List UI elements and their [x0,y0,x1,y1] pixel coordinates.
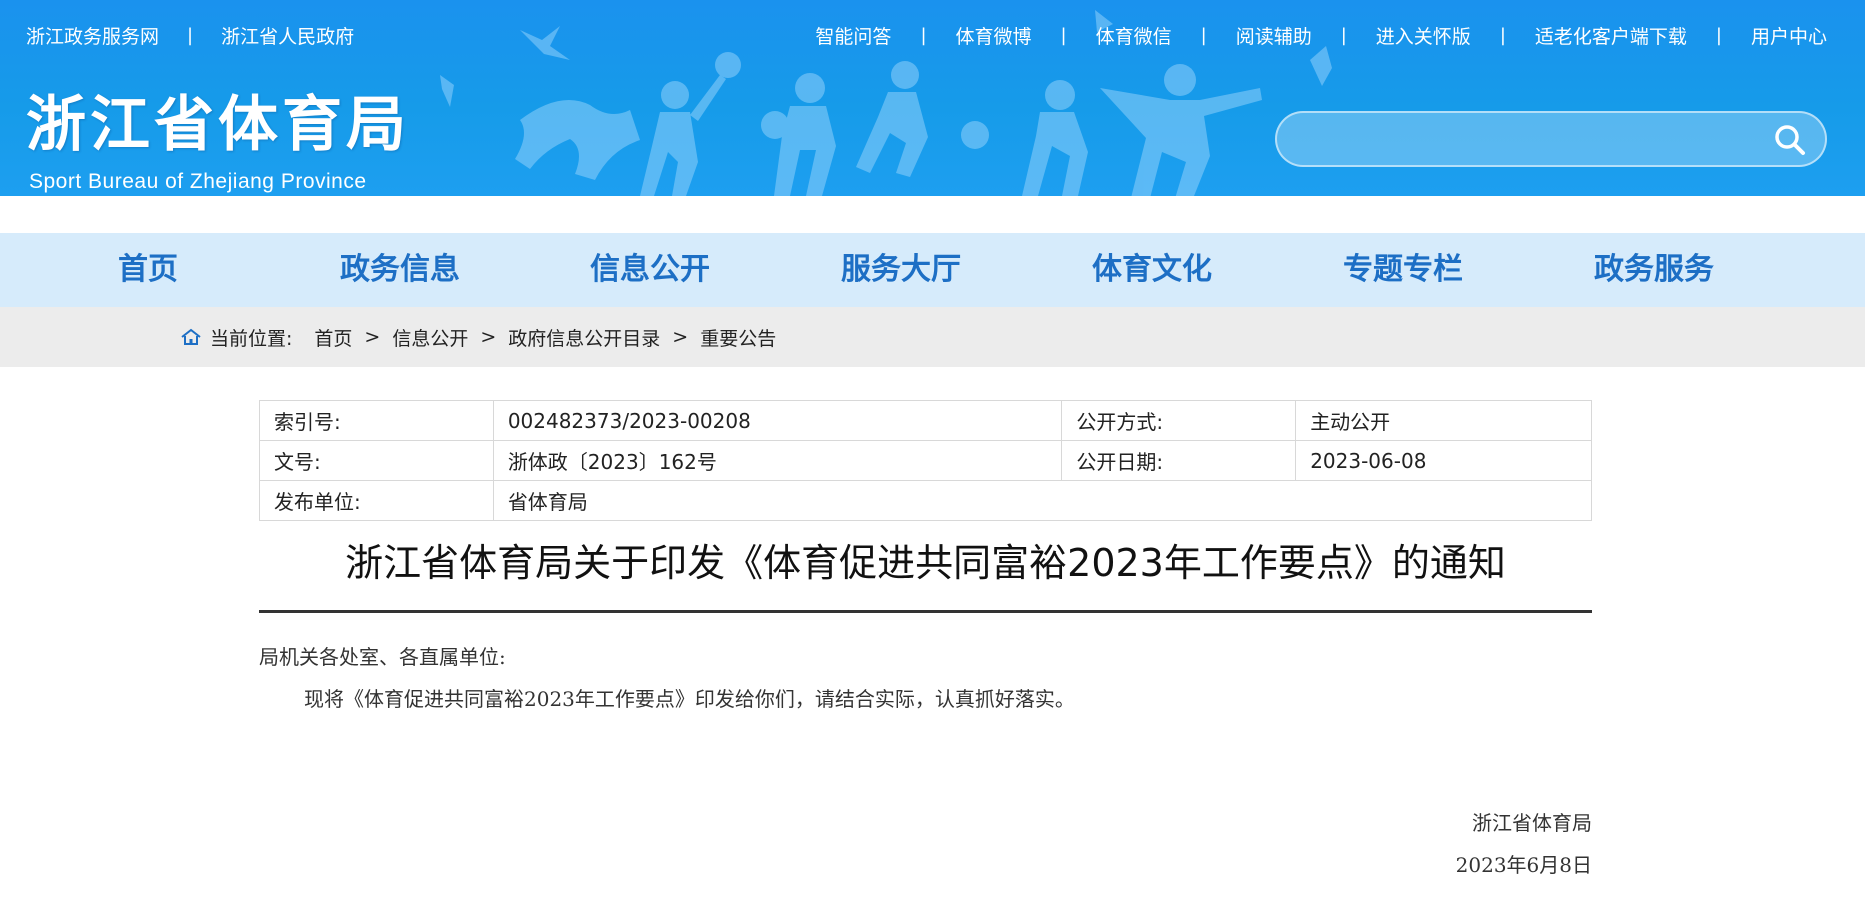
article-signer: 浙江省体育局 [1472,811,1592,835]
link-reading-assist[interactable]: 阅读辅助 [1236,22,1312,49]
link-elderly-app-download[interactable]: 适老化客户端下载 [1535,22,1687,49]
breadcrumb-info-disclosure[interactable]: 信息公开 [392,324,468,351]
link-separator: | [1200,24,1207,46]
table-row: 索引号: 002482373/2023-00208 公开方式: 主动公开 [259,400,1592,441]
breadcrumb-separator: > [672,326,689,348]
nav-item-sports-culture[interactable]: 体育文化 [1090,233,1214,307]
article-sign-date: 2023年6月8日 [1455,853,1592,877]
link-separator: | [1060,24,1067,46]
search-input[interactable] [1299,121,1759,157]
meta-docno-value: 浙体政〔2023〕162号 [492,440,1063,481]
home-icon [181,328,201,345]
top-links-left: 浙江政务服务网 | 浙江省人民政府 [26,20,354,50]
site-logo-title[interactable]: 浙江省体育局 [26,92,410,158]
breadcrumb-label: 当前位置: [210,327,293,350]
title-divider [259,610,1592,613]
article-salutation: 局机关各处室、各直属单位: [259,645,506,669]
breadcrumb: 当前位置: 首页 > 信息公开 > 政府信息公开目录 > 重要公告 [180,307,776,367]
nav-item-home[interactable]: 首页 [98,233,198,307]
meta-index-label: 索引号: [259,400,494,441]
site-banner: 浙江政务服务网 | 浙江省人民政府 智能问答 | 体育微博 | 体育微信 | 阅… [0,0,1865,196]
top-links-right: 智能问答 | 体育微博 | 体育微信 | 阅读辅助 | 进入关怀版 | 适老化客… [815,20,1827,50]
site-logo-subtitle: Sport Bureau of Zhejiang Province [29,170,367,193]
meta-docno-label: 文号: [259,440,494,481]
article-signature: 浙江省体育局 2023年6月8日 [1456,802,1592,886]
link-separator: | [1340,24,1347,46]
breadcrumb-separator: > [480,326,497,348]
nav-item-info-disclosure[interactable]: 信息公开 [588,233,712,307]
link-separator: | [1499,24,1506,46]
meta-date-label: 公开日期: [1061,440,1297,481]
breadcrumb-home[interactable]: 首页 [314,324,352,351]
link-separator: | [187,24,194,46]
link-smart-qa[interactable]: 智能问答 [815,22,891,49]
breadcrumb-bar: 当前位置: 首页 > 信息公开 > 政府信息公开目录 > 重要公告 [0,307,1865,367]
article-paragraph: 现将《体育促进共同富裕2023年工作要点》印发给你们，请结合实际，认真抓好落实。 [304,687,1075,711]
link-zhejiang-gov-service[interactable]: 浙江政务服务网 [26,22,159,49]
main-nav: 首页 政务信息 信息公开 服务大厅 体育文化 专题专栏 政务服务 [0,233,1865,307]
nav-item-service-hall[interactable]: 服务大厅 [839,233,963,307]
table-row: 文号: 浙体政〔2023〕162号 公开日期: 2023-06-08 [259,440,1592,481]
article-title: 浙江省体育局关于印发《体育促进共同富裕2023年工作要点》的通知 [345,541,1506,585]
nav-item-special-topics[interactable]: 专题专栏 [1341,233,1465,307]
nav-item-gov-services[interactable]: 政务服务 [1592,233,1716,307]
meta-date-value: 2023-06-08 [1295,440,1592,481]
link-zhejiang-gov[interactable]: 浙江省人民政府 [221,22,354,49]
meta-index-value: 002482373/2023-00208 [492,400,1063,441]
link-user-center[interactable]: 用户中心 [1751,22,1827,49]
document-meta-table: 索引号: 002482373/2023-00208 公开方式: 主动公开 文号:… [259,400,1593,521]
search-box [1275,111,1827,167]
table-row: 发布单位: 省体育局 [259,480,1593,521]
meta-publisher-label: 发布单位: [259,480,494,521]
link-separator: | [920,24,927,46]
meta-mode-label: 公开方式: [1061,400,1297,441]
link-separator: | [1715,24,1722,46]
breadcrumb-separator: > [364,326,381,348]
link-wechat[interactable]: 体育微信 [1096,22,1172,49]
meta-mode-value: 主动公开 [1295,400,1592,441]
article-body: 局机关各处室、各直属单位: 现将《体育促进共同富裕2023年工作要点》印发给你们… [259,636,1592,720]
link-weibo[interactable]: 体育微博 [956,22,1032,49]
breadcrumb-important-notices[interactable]: 重要公告 [700,324,776,351]
meta-publisher-value: 省体育局 [492,480,1593,521]
link-care-version[interactable]: 进入关怀版 [1376,22,1471,49]
breadcrumb-disclosure-catalog[interactable]: 政府信息公开目录 [508,324,660,351]
search-icon[interactable] [1773,123,1807,157]
nav-item-gov-info[interactable]: 政务信息 [338,233,462,307]
